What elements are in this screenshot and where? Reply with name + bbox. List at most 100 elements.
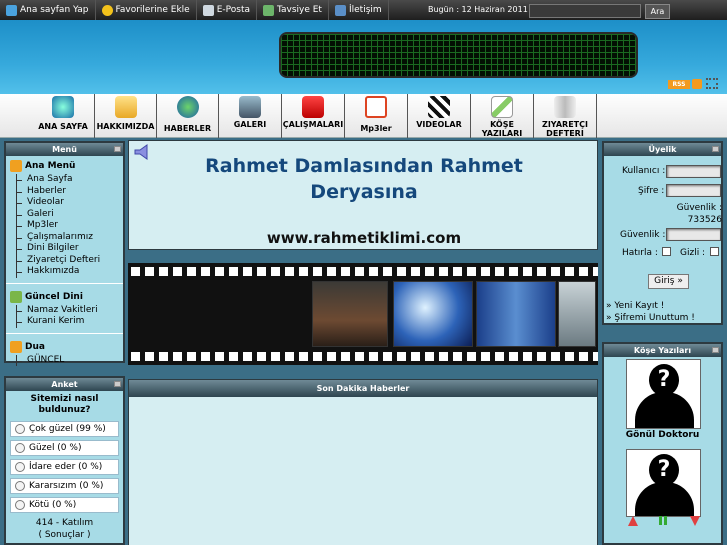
poll-question: Sitemizi nasıl buldunuz? <box>30 394 99 415</box>
main-nav: ANA SAYFA HAKKIMIZDA HABERLER GALERI ÇAL… <box>0 94 727 138</box>
author-avatar[interactable]: ? <box>626 359 701 429</box>
site-url: www.rahmetiklimi.com <box>266 229 462 247</box>
poll-option[interactable]: Güzel (0 %) <box>10 440 119 456</box>
menu-section-dua: Dua GÜNCEL <box>6 337 123 369</box>
slider-image[interactable] <box>312 281 388 347</box>
forgot-password-link[interactable]: » Şifremi Unuttum ! <box>606 313 695 323</box>
nav-kose-yazilari[interactable]: KÖŞE YAZILARI <box>471 94 534 138</box>
menu-item-guncel[interactable]: GÜNCEL <box>16 354 119 366</box>
image-slider <box>128 263 598 365</box>
poll-panel-header: Anket <box>6 378 123 391</box>
gift-icon <box>302 96 324 118</box>
security-code: Güvenlik : 733526 <box>676 203 722 225</box>
security-input[interactable] <box>666 228 721 241</box>
menu-section-main: Ana Menü Ana Sayfa Haberler Videolar Gal… <box>6 156 123 280</box>
menu-item-galeri[interactable]: Galeri <box>16 208 119 220</box>
menu-item-hakkimizda[interactable]: Hakkımızda <box>16 266 119 278</box>
sitemap-icon[interactable] <box>706 78 718 89</box>
book-icon <box>10 290 22 303</box>
menu-item-dini-bilgiler[interactable]: Dini Bilgiler <box>16 243 119 255</box>
radio-button[interactable] <box>15 462 25 472</box>
home-icon <box>10 160 22 172</box>
nav-haberler[interactable]: HABERLER <box>157 94 219 138</box>
poll-option[interactable]: Kötü (0 %) <box>10 497 119 513</box>
poll-option[interactable]: Çok güzel (99 %) <box>10 421 119 437</box>
add-favorites-link[interactable]: Favorilerine Ekle <box>96 0 197 20</box>
collapse-icon[interactable] <box>712 347 719 353</box>
search-input[interactable] <box>529 4 641 18</box>
menu-item-videolar[interactable]: Videolar <box>16 197 119 209</box>
radio-button[interactable] <box>15 500 25 510</box>
nav-videolar[interactable]: VIDEOLAR <box>408 94 471 138</box>
gallery-icon <box>239 96 261 118</box>
speaker-icon <box>134 144 148 160</box>
star-icon <box>101 4 113 16</box>
book-icon <box>554 96 576 118</box>
menu-item-namaz-vakitleri[interactable]: Namaz Vakitleri <box>16 304 119 316</box>
rss-feed-icon[interactable] <box>692 79 702 89</box>
hidden-label: Gizli : <box>680 248 706 258</box>
remember-checkbox[interactable] <box>662 247 671 256</box>
collapse-icon[interactable] <box>712 146 719 152</box>
search-button[interactable]: Ara <box>645 4 670 19</box>
columns-panel-header: Köşe Yazıları <box>604 344 721 357</box>
menu-item-haberler[interactable]: Haberler <box>16 185 119 197</box>
nav-hakkimizda[interactable]: HAKKIMIZDA <box>95 94 157 138</box>
poll-option[interactable]: Kararsızım (0 %) <box>10 478 119 494</box>
collapse-icon[interactable] <box>114 381 121 387</box>
email-link[interactable]: E-Posta <box>197 0 257 20</box>
membership-panel-header: Üyelik <box>604 143 721 156</box>
nav-ana-sayfa[interactable]: ANA SAYFA <box>32 94 95 138</box>
menu-item-mp3ler[interactable]: Mp3ler <box>16 220 119 232</box>
contact-link[interactable]: İletişim <box>329 0 389 20</box>
recommend-link[interactable]: Tavsiye Et <box>257 0 329 20</box>
site-slogan: Rahmet Damlasından Rahmet Deryasına <box>205 155 523 203</box>
welcome-box: Rahmet Damlasından Rahmet Deryasına www.… <box>128 140 598 250</box>
slider-image[interactable] <box>558 281 596 347</box>
rss-icon[interactable]: RSS <box>668 80 690 89</box>
header-banner <box>0 20 727 94</box>
poll-participants: 414 - Katılım <box>35 518 94 528</box>
login-button[interactable]: Giriş » <box>648 274 689 289</box>
menu-item-calismalarimiz[interactable]: Çalışmalarımız <box>16 231 119 243</box>
folder-icon <box>114 96 137 118</box>
pencil-icon <box>491 96 513 118</box>
slider-image[interactable] <box>393 281 473 347</box>
menu-item-ziyaretci-defteri[interactable]: Ziyaretçi Defteri <box>16 254 119 266</box>
collapse-icon[interactable] <box>114 146 121 152</box>
top-bar: Ana sayfan Yap Favorilerine Ekle E-Posta… <box>0 0 727 20</box>
username-input[interactable] <box>666 165 721 178</box>
poll-results-link[interactable]: ( Sonuçlar ) <box>6 529 123 541</box>
radio-button[interactable] <box>15 481 25 491</box>
divider <box>6 282 123 284</box>
poll-panel: Anket Sitemizi nasıl buldunuz? Çok güzel… <box>4 376 125 545</box>
author-name[interactable]: Gönül Doktoru <box>604 430 721 440</box>
avatar-silhouette <box>635 392 694 428</box>
next-arrow-icon[interactable] <box>690 516 700 526</box>
prev-arrow-icon[interactable] <box>628 516 638 526</box>
menu-section-guncel: Güncel Dini Namaz Vakitleri Kurani Kerim <box>6 287 123 330</box>
avatar-silhouette <box>635 482 694 516</box>
radio-button[interactable] <box>15 424 25 434</box>
nav-mp3ler[interactable]: Mp3ler <box>345 94 408 138</box>
pause-icon[interactable] <box>659 516 667 525</box>
led-banner <box>279 32 638 78</box>
slider-image[interactable] <box>476 281 556 347</box>
menu-section-title: Ana Menü <box>10 158 119 174</box>
membership-panel: Üyelik Kullanıcı : Şifre : Güvenlik : 73… <box>602 141 723 325</box>
set-homepage-link[interactable]: Ana sayfan Yap <box>0 0 96 20</box>
radio-button[interactable] <box>15 443 25 453</box>
password-input[interactable] <box>666 184 721 197</box>
menu-panel-header: Menü <box>6 143 123 156</box>
menu-item-ana-sayfa[interactable]: Ana Sayfa <box>16 174 119 186</box>
nav-galeri[interactable]: GALERI <box>219 94 282 138</box>
register-link[interactable]: » Yeni Kayıt ! <box>606 301 664 311</box>
nav-calismalari[interactable]: ÇALIŞMALARI <box>282 94 345 138</box>
poll-option[interactable]: İdare eder (0 %) <box>10 459 119 475</box>
author-avatar[interactable]: ? <box>626 449 701 517</box>
nav-ziyaretci-defteri[interactable]: ZIYARETÇI DEFTERI <box>534 94 597 138</box>
hidden-checkbox[interactable] <box>710 247 719 256</box>
menu-item-kurani-kerim[interactable]: Kurani Kerim <box>16 316 119 328</box>
columns-panel: Köşe Yazıları ? Gönül Doktoru ? <box>602 342 723 545</box>
news-panel: Son Dakika Haberler <box>128 379 598 545</box>
